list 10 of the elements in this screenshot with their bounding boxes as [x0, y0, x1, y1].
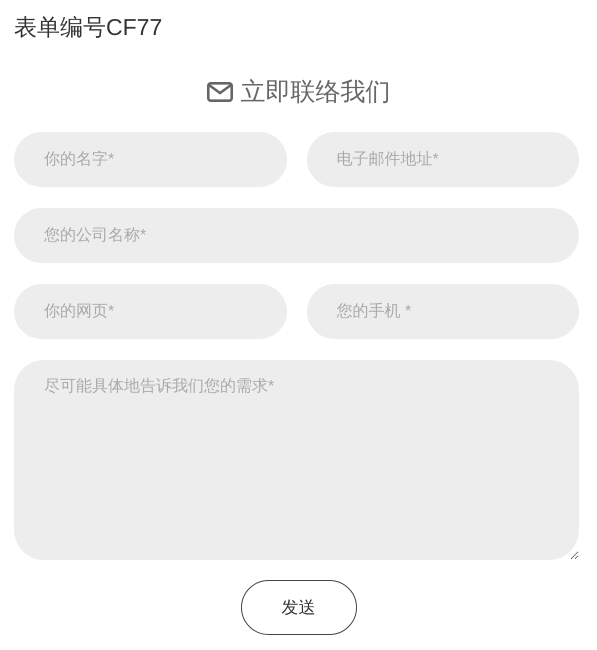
input-field[interactable]: 你的名字*	[14, 132, 286, 187]
form-title: 表单编号CF77	[14, 13, 162, 42]
input-field[interactable]: 电子邮件地址*	[306, 132, 579, 187]
send-button[interactable]: 发送	[240, 580, 356, 635]
mail-icon	[206, 82, 232, 102]
section-heading: 立即联络我们	[240, 77, 390, 108]
message-field[interactable]: 尽可能具体地告诉我们您的需求*	[14, 360, 579, 560]
input-field[interactable]: 您的手机 *	[306, 284, 579, 339]
input-field[interactable]: 你的网页*	[14, 284, 286, 339]
input-field[interactable]: 您的公司名称*	[14, 208, 579, 263]
